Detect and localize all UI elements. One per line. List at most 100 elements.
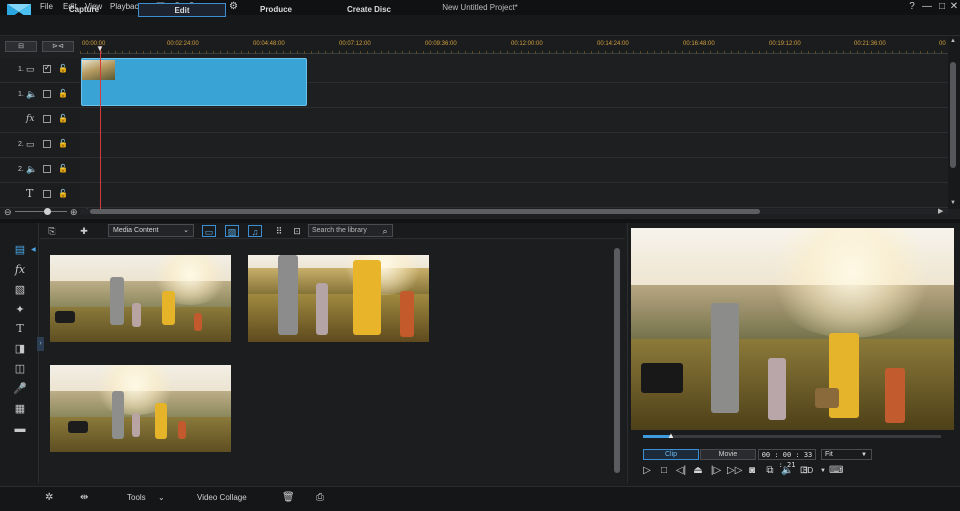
audio-mixing-room-icon[interactable]: ◫ bbox=[12, 362, 28, 376]
track-header-video-2: 2. ▭ 🔓 bbox=[0, 133, 80, 158]
preview-seek-bar[interactable] bbox=[643, 435, 941, 438]
timeline-view-button[interactable]: ⊟ bbox=[5, 41, 37, 52]
chapter-room-icon[interactable]: ▦ bbox=[12, 402, 28, 416]
plugins-icon[interactable]: ✚ bbox=[77, 225, 91, 237]
filter-video-icon[interactable]: ▭ bbox=[202, 225, 216, 237]
preview-window[interactable] bbox=[631, 228, 954, 430]
lock-icon[interactable]: 🔓 bbox=[58, 64, 68, 73]
zoom-slider-handle[interactable] bbox=[44, 208, 51, 215]
filter-audio-icon[interactable]: ♫ bbox=[248, 225, 262, 237]
ruler-tick: 00:12:00:00 bbox=[511, 41, 543, 47]
help-button[interactable]: ? bbox=[905, 1, 919, 13]
previous-frame-icon[interactable]: ◁| bbox=[675, 465, 687, 477]
undock-preview-icon[interactable]: ⧉ bbox=[764, 465, 776, 477]
scroll-right-icon[interactable]: ▶ bbox=[938, 207, 943, 215]
library-scrollbar[interactable] bbox=[614, 248, 620, 473]
track-enable-checkbox[interactable] bbox=[43, 140, 51, 148]
magic-tools-icon[interactable]: ✲ bbox=[45, 492, 53, 503]
track-enable-checkbox[interactable] bbox=[43, 115, 51, 123]
3d-mode-label[interactable]: 3D bbox=[800, 465, 816, 477]
timeline-vertical-scroll-thumb[interactable] bbox=[950, 62, 956, 168]
lock-icon[interactable]: 🔓 bbox=[58, 139, 68, 148]
trash-icon[interactable]: 🗑 bbox=[282, 492, 295, 503]
fx-room-icon[interactable]: fx bbox=[12, 263, 28, 277]
audio-track-icon: 🔈 bbox=[26, 164, 38, 174]
media-thumbnail-2[interactable] bbox=[248, 255, 429, 342]
media-thumbnail-3[interactable] bbox=[50, 365, 231, 452]
media-content-select[interactable]: Media Content ⌄ bbox=[108, 224, 194, 237]
volume-icon[interactable]: 🔈 bbox=[781, 465, 793, 477]
track-header-audio-1: 1. 🔈 🔓 bbox=[0, 83, 80, 108]
export-project-icon[interactable]: ⎙ bbox=[316, 492, 324, 503]
search-placeholder: Search the library bbox=[312, 227, 367, 234]
lock-icon[interactable]: 🔓 bbox=[58, 189, 68, 198]
playhead-handle[interactable]: ▼ bbox=[96, 45, 105, 53]
ruler-tick: 00:19:12:00 bbox=[769, 41, 801, 47]
track-header-fx: fx 🔓 bbox=[0, 108, 80, 133]
track-enable-checkbox[interactable] bbox=[43, 165, 51, 173]
track-lane-title[interactable] bbox=[80, 183, 948, 208]
scroll-down-icon[interactable]: ▼ bbox=[950, 200, 956, 206]
ruler-tick: 00:04:48:00 bbox=[253, 41, 285, 47]
video-collage-button[interactable]: Video Collage bbox=[197, 493, 247, 502]
tab-capture[interactable]: Capture bbox=[40, 3, 128, 17]
tab-create-disc[interactable]: Create Disc bbox=[325, 3, 413, 17]
minimize-button[interactable]: — bbox=[920, 1, 934, 13]
collapse-library-button[interactable]: › bbox=[37, 337, 44, 351]
zoom-in-icon[interactable]: ⊕ bbox=[70, 207, 78, 218]
media-thumbnail-1[interactable] bbox=[50, 255, 231, 342]
tab-produce[interactable]: Produce bbox=[232, 3, 320, 17]
fast-forward-icon[interactable]: ▷▷ bbox=[727, 465, 742, 477]
lock-icon[interactable]: 🔓 bbox=[58, 164, 68, 173]
track-enable-checkbox[interactable] bbox=[43, 90, 51, 98]
snapshot-camera-icon[interactable]: ◙ bbox=[746, 465, 758, 477]
next-frame-icon[interactable]: |▷ bbox=[710, 465, 722, 477]
play-icon[interactable]: ▷ bbox=[641, 465, 653, 477]
3d-dropdown-icon[interactable]: ▼ bbox=[817, 465, 829, 477]
subtitle-preview-icon[interactable]: ⌨ bbox=[829, 465, 843, 477]
playhead-line[interactable] bbox=[100, 46, 101, 211]
particle-room-icon[interactable]: ✦ bbox=[12, 303, 28, 317]
ruler-tick: 00:21:36:00 bbox=[854, 41, 886, 47]
timecode-display[interactable]: 00 : 00 : 33 : 21 bbox=[758, 449, 816, 469]
search-icon[interactable]: ⌕ bbox=[378, 225, 392, 237]
timeline-horizontal-scroll-thumb[interactable] bbox=[90, 209, 760, 214]
title-room-icon[interactable]: T bbox=[12, 322, 28, 336]
movie-mode-button[interactable]: Movie bbox=[700, 449, 756, 460]
track-enable-checkbox[interactable] bbox=[43, 63, 51, 73]
lock-icon[interactable]: 🔓 bbox=[58, 114, 68, 123]
chevron-down-icon: ⌄ bbox=[183, 227, 189, 234]
zoom-out-icon[interactable]: ⊖ bbox=[4, 207, 12, 218]
tools-chevron-down-icon[interactable]: ⌄ bbox=[158, 492, 165, 503]
split-clip-icon[interactable]: ⇹ bbox=[80, 492, 88, 503]
mode-bar bbox=[0, 15, 960, 36]
track-lane-audio-2[interactable] bbox=[80, 158, 948, 183]
import-media-icon[interactable]: ⎘ bbox=[45, 225, 59, 237]
media-content-select-value: Media Content bbox=[113, 227, 159, 234]
subtitle-room-icon[interactable]: ▬ bbox=[12, 422, 28, 436]
lock-icon[interactable]: 🔓 bbox=[58, 89, 68, 98]
zoom-slider[interactable] bbox=[15, 211, 67, 212]
scroll-up-icon[interactable]: ▲ bbox=[950, 38, 956, 44]
zoom-fit-value: Fit bbox=[825, 451, 833, 458]
thumbnail-size-icon[interactable]: ⊡ bbox=[290, 225, 304, 237]
track-lane-video-2[interactable] bbox=[80, 133, 948, 158]
track-enable-checkbox[interactable] bbox=[43, 190, 51, 198]
grid-view-icon[interactable]: ⠿ bbox=[272, 225, 286, 237]
track-header-title: T 🔓 bbox=[0, 183, 80, 208]
split-icon[interactable]: ⏏ bbox=[692, 465, 704, 477]
close-button[interactable]: ✕ bbox=[947, 1, 960, 13]
filter-image-icon[interactable]: ▨ bbox=[225, 225, 239, 237]
pip-room-icon[interactable]: ▧ bbox=[12, 283, 28, 297]
clip-mode-button[interactable]: Clip bbox=[643, 449, 699, 460]
track-lane-fx[interactable] bbox=[80, 108, 948, 133]
storyboard-view-button[interactable]: ⊳⊲ bbox=[42, 41, 74, 52]
transition-room-icon[interactable]: ◨ bbox=[12, 342, 28, 356]
stop-icon[interactable]: □ bbox=[658, 465, 670, 477]
tab-edit[interactable]: Edit bbox=[138, 3, 226, 17]
media-room-icon[interactable]: ▤ bbox=[12, 243, 28, 257]
preview-seek-handle[interactable]: ▲ bbox=[667, 432, 675, 440]
voice-over-microphone-icon[interactable]: 🎤 bbox=[12, 382, 28, 396]
zoom-fit-select[interactable]: Fit ▼ bbox=[821, 449, 872, 460]
tools-menu[interactable]: Tools bbox=[127, 493, 146, 502]
